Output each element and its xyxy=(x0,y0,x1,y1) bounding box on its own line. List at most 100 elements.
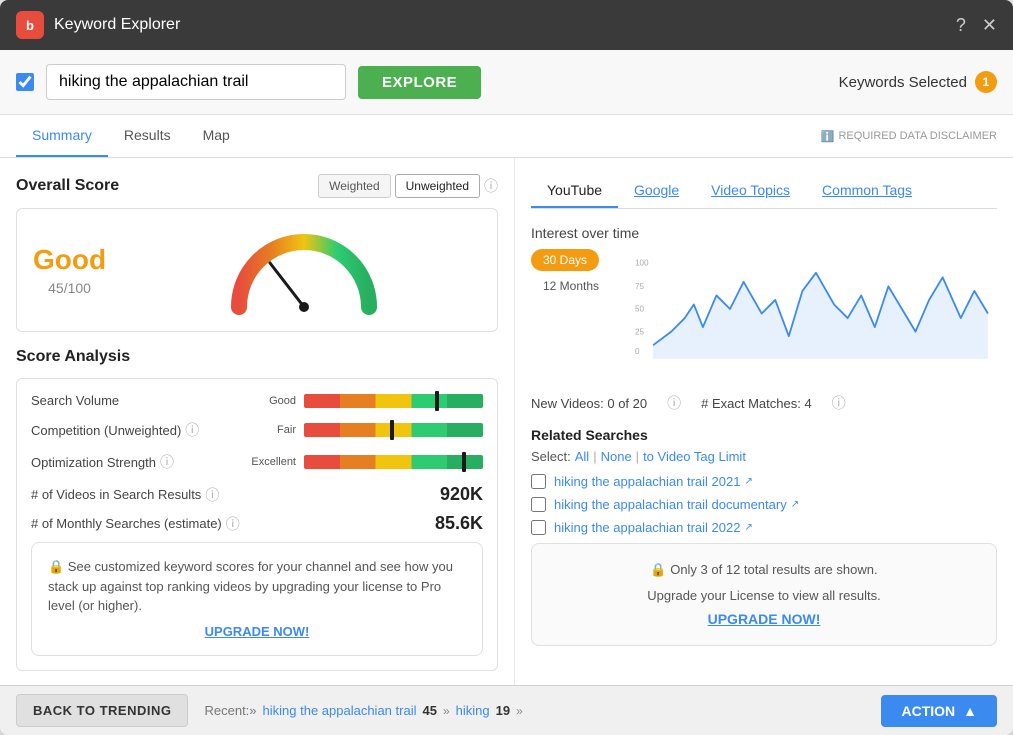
tab-summary[interactable]: Summary xyxy=(16,115,108,157)
upgrade-tooltip: 🔒 See customized keyword scores for your… xyxy=(31,542,483,656)
stat-searches-label: # of Monthly Searches (estimate) ⓘ xyxy=(31,514,435,534)
keywords-selected: Keywords Selected 1 xyxy=(839,71,997,93)
competition-info-icon[interactable]: ⓘ xyxy=(185,420,199,440)
related-checkbox-2[interactable] xyxy=(531,520,546,535)
svg-text:50: 50 xyxy=(635,305,645,314)
score-word: Good xyxy=(33,244,106,276)
app-logo: b xyxy=(16,11,44,39)
score-num: 45/100 xyxy=(33,280,106,296)
recent-link-1[interactable]: hiking xyxy=(456,703,490,718)
related-item-1: hiking the appalachian trail documentary… xyxy=(531,497,997,512)
competition-label: Competition (Unweighted) ⓘ xyxy=(31,420,231,440)
stat-videos-label: # of Videos in Search Results ⓘ xyxy=(31,485,440,505)
platform-tab-video-topics[interactable]: Video Topics xyxy=(695,174,806,208)
analysis-row-optimization: Optimization Strength ⓘ Excellent xyxy=(31,452,483,472)
disclaimer: ℹ️ REQUIRED DATA DISCLAIMER xyxy=(821,130,997,143)
recent-link-0[interactable]: hiking the appalachian trail xyxy=(263,703,417,718)
recent-label: Recent:» xyxy=(204,703,256,718)
tab-map[interactable]: Map xyxy=(187,115,246,157)
upgrade-now-link-left[interactable]: UPGRADE NOW! xyxy=(48,622,466,642)
platform-tab-google[interactable]: Google xyxy=(618,174,695,208)
score-analysis-title: Score Analysis xyxy=(16,348,498,366)
analysis-card: Search Volume Good Competition (Unweight… xyxy=(16,378,498,671)
search-volume-rating: Good xyxy=(231,395,296,407)
chevron-icon-2: » xyxy=(516,704,523,718)
chart-svg: 100 75 50 25 0 xyxy=(635,249,997,369)
close-icon[interactable]: ✕ xyxy=(982,15,997,36)
titlebar-left: b Keyword Explorer xyxy=(16,11,180,39)
search-checkbox[interactable] xyxy=(16,73,34,91)
platform-tab-youtube[interactable]: YouTube xyxy=(531,174,618,208)
stat-searches-value: 85.6K xyxy=(435,513,483,534)
back-to-trending-button[interactable]: BACK TO TRENDING xyxy=(16,694,188,727)
stat-row-searches: # of Monthly Searches (estimate) ⓘ 85.6K xyxy=(31,513,483,534)
overall-score-section: Overall Score Weighted Unweighted ⓘ Good… xyxy=(16,174,498,332)
info-icon: ℹ️ xyxy=(821,130,835,143)
optimization-info-icon[interactable]: ⓘ xyxy=(160,452,174,472)
new-videos-info[interactable]: ⓘ xyxy=(667,393,681,413)
unweighted-toggle[interactable]: Unweighted xyxy=(395,174,480,198)
titlebar: b Keyword Explorer ? ✕ xyxy=(0,0,1013,50)
optimization-rating: Excellent xyxy=(231,456,296,468)
disclaimer-text: REQUIRED DATA DISCLAIMER xyxy=(838,130,997,142)
recent-num-1: 19 xyxy=(496,703,510,718)
related-item-2: hiking the appalachian trail 2022 ↗ xyxy=(531,520,997,535)
analysis-row-competition: Competition (Unweighted) ⓘ Fair xyxy=(31,420,483,440)
weighted-toggle[interactable]: Weighted xyxy=(318,174,390,198)
upgrade-now-link-right[interactable]: UPGRADE NOW! xyxy=(708,611,821,627)
tabs-bar: Summary Results Map ℹ️ REQUIRED DATA DIS… xyxy=(0,115,1013,158)
optimization-label: Optimization Strength ⓘ xyxy=(31,452,231,472)
explore-button[interactable]: EXPLORE xyxy=(358,66,481,99)
stat-videos-info[interactable]: ⓘ xyxy=(205,485,219,505)
related-link-0[interactable]: hiking the appalachian trail 2021 ↗ xyxy=(554,474,753,489)
external-icon-0: ↗ xyxy=(744,476,752,487)
related-searches-section: Related Searches Select: All | None | to… xyxy=(531,427,997,646)
svg-text:0: 0 xyxy=(635,347,640,356)
toggle-group: Weighted Unweighted ⓘ xyxy=(318,174,498,198)
exact-matches-info[interactable]: ⓘ xyxy=(832,393,846,413)
score-label-group: Good 45/100 xyxy=(33,244,106,296)
recent-section: Recent:» hiking the appalachian trail 45… xyxy=(204,703,522,718)
optimization-bar xyxy=(304,455,483,469)
action-button[interactable]: ACTION ▲ xyxy=(881,695,997,727)
select-label: Select: xyxy=(531,449,571,464)
select-all-link[interactable]: All xyxy=(575,449,589,464)
related-item-0: hiking the appalachian trail 2021 ↗ xyxy=(531,474,997,489)
related-checkbox-1[interactable] xyxy=(531,497,546,512)
svg-text:25: 25 xyxy=(635,327,645,336)
select-tag-limit-link[interactable]: to Video Tag Limit xyxy=(643,449,746,464)
recent-num-0: 45 xyxy=(422,703,436,718)
exact-matches-label: # Exact Matches: 4 xyxy=(701,396,812,411)
action-chevron-icon: ▲ xyxy=(963,703,977,719)
overall-score-header: Overall Score Weighted Unweighted ⓘ xyxy=(16,174,498,198)
time-btn-12months[interactable]: 12 Months xyxy=(531,275,611,297)
chevron-icon: » xyxy=(443,704,450,718)
related-link-1[interactable]: hiking the appalachian trail documentary… xyxy=(554,497,799,512)
score-card: Good 45/100 xyxy=(16,208,498,332)
svg-text:100: 100 xyxy=(635,259,649,268)
score-info-icon[interactable]: ⓘ xyxy=(484,176,498,196)
related-link-2[interactable]: hiking the appalachian trail 2022 ↗ xyxy=(554,520,753,535)
platform-tab-common-tags[interactable]: Common Tags xyxy=(806,174,928,208)
tab-results[interactable]: Results xyxy=(108,115,187,157)
searchbar: EXPLORE Keywords Selected 1 xyxy=(0,50,1013,115)
titlebar-right: ? ✕ xyxy=(956,15,997,36)
upgrade-box: 🔒 Only 3 of 12 total results are shown. … xyxy=(531,543,997,646)
overall-score-title: Overall Score xyxy=(16,177,119,195)
stat-searches-info[interactable]: ⓘ xyxy=(226,514,240,534)
related-checkbox-0[interactable] xyxy=(531,474,546,489)
stat-row-videos: # of Videos in Search Results ⓘ 920K xyxy=(31,484,483,505)
select-row: Select: All | None | to Video Tag Limit xyxy=(531,449,997,464)
help-icon[interactable]: ? xyxy=(956,15,966,36)
search-input[interactable] xyxy=(46,64,346,100)
competition-rating: Fair xyxy=(231,424,296,436)
related-searches-title: Related Searches xyxy=(531,427,997,443)
select-none-link[interactable]: None xyxy=(601,449,632,464)
interest-label: Interest over time xyxy=(531,225,997,241)
bottom-bar: BACK TO TRENDING Recent:» hiking the app… xyxy=(0,685,1013,735)
chart-area: 100 75 50 25 0 xyxy=(635,249,997,369)
external-icon-1: ↗ xyxy=(791,499,799,510)
time-btn-30days[interactable]: 30 Days xyxy=(531,249,599,271)
upgrade-box-text2: Upgrade your License to view all results… xyxy=(548,586,980,606)
keywords-selected-label: Keywords Selected xyxy=(839,74,967,91)
